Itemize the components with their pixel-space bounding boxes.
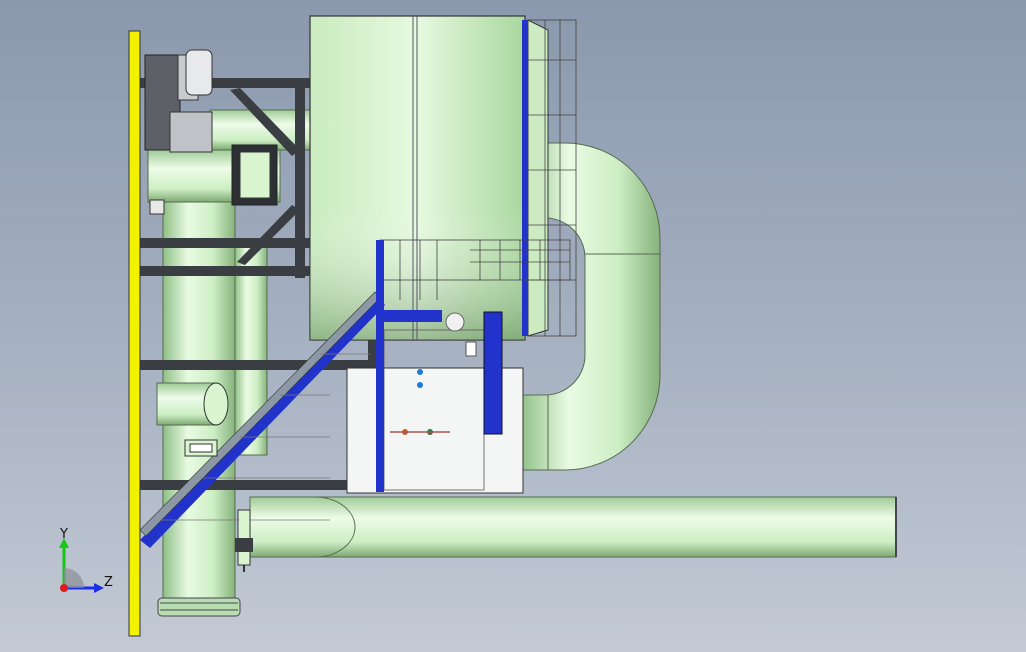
orientation-triad: Y Z [59,528,113,593]
drain-valve[interactable] [235,509,253,572]
z-axis-arrowhead [94,583,104,593]
triad-origin [60,584,68,592]
boiler-assembly-model[interactable] [0,0,1026,652]
cad-viewport[interactable]: Y Z [0,0,1026,652]
z-axis-label: Z [104,575,113,590]
boiler-drum[interactable] [309,15,549,341]
axis-plane-indicator [64,568,84,588]
horizontal-flue-pipe[interactable] [249,496,897,558]
y-axis-label: Y [59,528,68,542]
boundary-wall [128,30,141,637]
